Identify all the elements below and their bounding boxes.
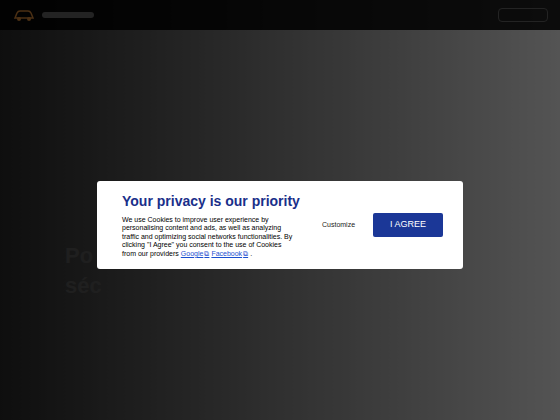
body-text: from our providers <box>122 250 179 259</box>
external-link-icon: ⧉ <box>243 250 248 259</box>
provider-link[interactable]: Facebook⧉ <box>211 250 248 259</box>
modal-body-line: personalising content and ads, as well a… <box>122 224 322 233</box>
link-label[interactable]: Facebook <box>211 250 242 259</box>
agree-button[interactable]: I AGREE <box>373 213 443 237</box>
provider-link[interactable]: Google⧉ <box>181 250 210 259</box>
modal-body-line: We use Cookies to improve user experienc… <box>122 216 322 225</box>
modal-text: Your privacy is our priority We use Cooki… <box>122 192 322 259</box>
modal-body-line: clicking "I Agree" you consent to the us… <box>122 241 322 250</box>
customize-button[interactable]: Customize <box>322 220 355 231</box>
link-label[interactable]: Google <box>181 250 204 259</box>
external-link-icon: ⧉ <box>204 250 209 259</box>
page: Poséc Your privacy is our priorityWe use… <box>0 0 560 420</box>
modal-body-line: from our providersGoogle⧉Facebook⧉. <box>122 250 322 259</box>
modal-title: Your privacy is our priority <box>122 192 322 210</box>
body-text: . <box>250 250 252 259</box>
overlay: Your privacy is our priority We use Cooki… <box>0 0 560 420</box>
cookie-modal: Your privacy is our priority We use Cooki… <box>97 181 463 269</box>
modal-body-line: traffic and optimizing social networks f… <box>122 233 322 242</box>
modal-actions: Customize I AGREE <box>322 213 443 237</box>
